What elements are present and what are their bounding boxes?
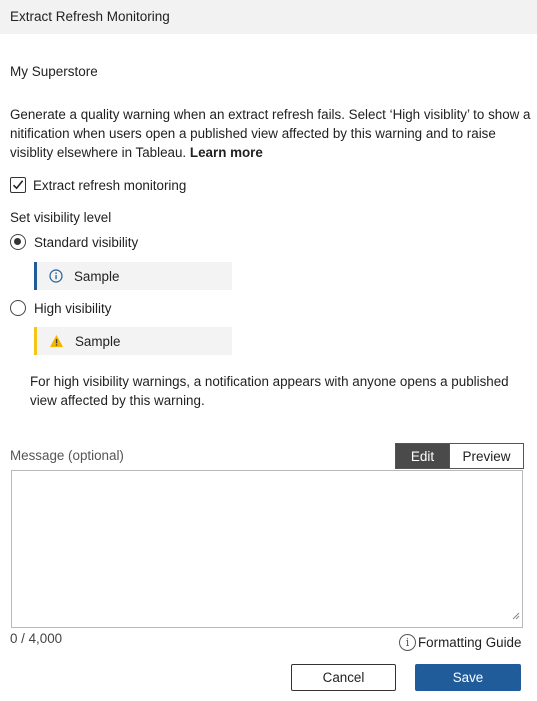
learn-more-link[interactable]: Learn more [190,145,263,160]
warning-icon [49,334,64,348]
standard-visibility-radio[interactable]: Standard visibility [10,232,138,252]
dialog-title: Extract Refresh Monitoring [0,0,537,34]
formatting-guide-label: Formatting Guide [418,634,522,650]
standard-sample-banner: Sample [34,262,232,290]
checkbox-label: Extract refresh monitoring [33,177,187,193]
edit-tab[interactable]: Edit [396,444,449,468]
info-icon [49,269,63,283]
cancel-button[interactable]: Cancel [291,664,396,691]
formatting-guide-link[interactable]: i Formatting Guide [399,633,521,651]
standard-visibility-label: Standard visibility [34,234,139,250]
high-visibility-radio[interactable]: High visibility [10,298,111,318]
standard-sample-text: Sample [74,268,120,284]
visibility-heading: Set visibility level [10,210,112,225]
info-icon: i [399,633,416,651]
high-sample-text: Sample [75,333,121,349]
character-counter: 0 / 4,000 [10,631,63,646]
datasource-name: My Superstore [10,64,98,79]
checkbox-checked[interactable] [10,177,26,193]
checkmark-icon [12,180,24,190]
preview-tab[interactable]: Preview [449,444,523,468]
description-text: Generate a quality warning when an extra… [10,105,532,162]
save-button[interactable]: Save [415,664,521,691]
radio-selected[interactable] [10,234,26,250]
description-body: Generate a quality warning when an extra… [10,107,531,160]
high-visibility-label: High visibility [34,300,112,316]
high-sample-banner: Sample [34,327,232,355]
resize-grip-icon[interactable] [512,607,520,625]
extract-refresh-dialog: Extract Refresh Monitoring My Superstore… [0,0,537,701]
radio-unselected[interactable] [10,300,26,316]
extract-refresh-monitoring-checkbox[interactable]: Extract refresh monitoring [10,175,186,195]
message-mode-toggle: Edit Preview [395,443,524,469]
message-textarea[interactable] [11,470,523,628]
high-visibility-note: For high visibility warnings, a notifica… [30,374,509,408]
message-label: Message (optional) [10,448,124,463]
